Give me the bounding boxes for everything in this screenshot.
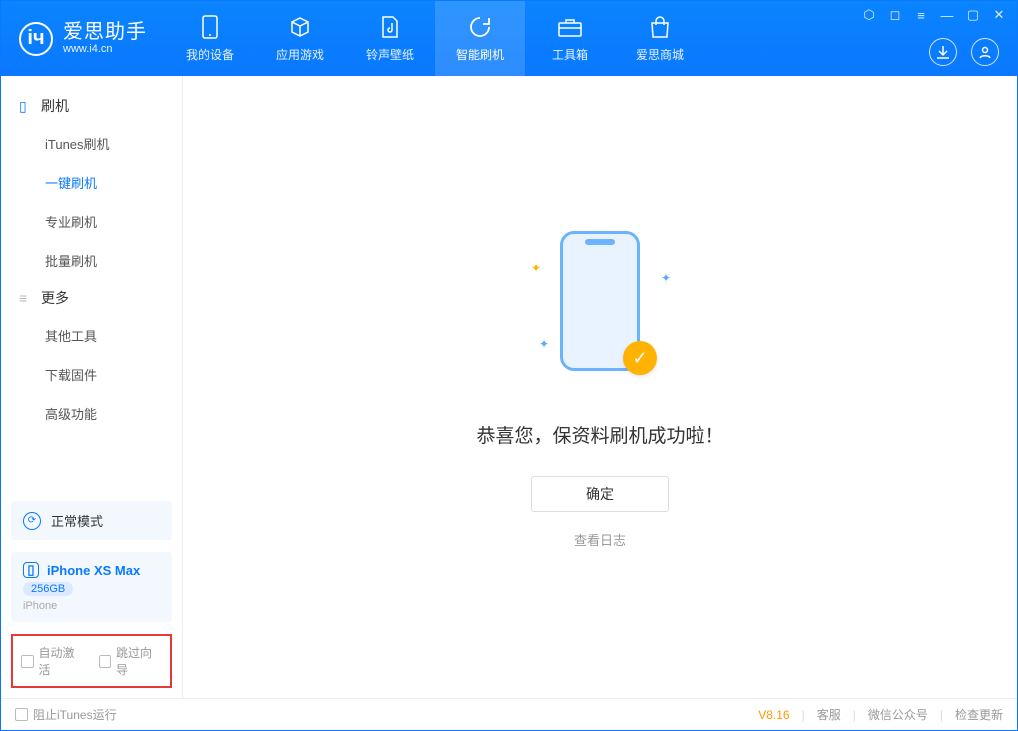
check-badge-icon: ✓: [623, 341, 657, 375]
app-window: iч 爱思助手 www.i4.cn 我的设备 应用游戏 铃声壁纸 智能刷机: [0, 0, 1018, 731]
body: ▯ 刷机 iTunes刷机 一键刷机 专业刷机 批量刷机 ≡ 更多 其他工具 下…: [1, 76, 1017, 698]
tab-toolbox[interactable]: 工具箱: [525, 1, 615, 76]
toolbox-icon: [557, 14, 583, 40]
logo-icon: iч: [19, 22, 53, 56]
refresh-icon: [467, 14, 493, 40]
sidebar-item-advanced[interactable]: 高级功能: [1, 394, 182, 433]
sparkle-icon: ✦: [661, 271, 671, 285]
app-url: www.i4.cn: [63, 43, 147, 55]
sidebar: ▯ 刷机 iTunes刷机 一键刷机 专业刷机 批量刷机 ≡ 更多 其他工具 下…: [1, 76, 183, 698]
ok-button[interactable]: 确定: [531, 476, 669, 512]
sidebar-item-download-firmware[interactable]: 下载固件: [1, 355, 182, 394]
device-name: iPhone XS Max: [47, 563, 140, 578]
tab-apps[interactable]: 应用游戏: [255, 1, 345, 76]
mode-label: 正常模式: [51, 511, 103, 530]
sidebar-item-oneclick-flash[interactable]: 一键刷机: [1, 163, 182, 202]
storage-badge: 256GB: [23, 582, 73, 596]
phone-small-icon: ▯: [19, 98, 33, 115]
sidebar-item-other-tools[interactable]: 其他工具: [1, 316, 182, 355]
success-message: 恭喜您，保资料刷机成功啦！: [476, 421, 723, 448]
header-actions: [929, 38, 999, 66]
checkbox-icon: [15, 708, 28, 721]
checkbox-block-itunes[interactable]: 阻止iTunes运行: [15, 706, 117, 723]
sparkle-icon: ✦: [539, 337, 549, 351]
maximize-button[interactable]: ▢: [965, 7, 981, 23]
device-icon: ▯: [23, 562, 39, 578]
menu-icon[interactable]: ≡: [913, 7, 929, 23]
sidebar-item-pro-flash[interactable]: 专业刷机: [1, 202, 182, 241]
music-file-icon: [377, 14, 403, 40]
window-controls: ⬡ ◻ ≡ — ▢ ✕: [861, 7, 1007, 23]
app-name: 爱思助手: [63, 21, 147, 43]
download-button[interactable]: [929, 38, 957, 66]
wechat-link[interactable]: 微信公众号: [868, 706, 928, 723]
nav-tabs: 我的设备 应用游戏 铃声壁纸 智能刷机 工具箱 爱思商城: [165, 1, 705, 76]
check-update-link[interactable]: 检查更新: [955, 706, 1003, 723]
shirt-icon[interactable]: ⬡: [861, 7, 877, 23]
device-type: iPhone: [23, 600, 57, 612]
mode-icon: ⟳: [23, 512, 41, 530]
version-label: V8.16: [758, 708, 789, 722]
bag-icon: [647, 14, 673, 40]
view-log-link[interactable]: 查看日志: [574, 530, 626, 549]
user-button[interactable]: [971, 38, 999, 66]
lock-icon[interactable]: ◻: [887, 7, 903, 23]
tab-my-device[interactable]: 我的设备: [165, 1, 255, 76]
status-bar: 阻止iTunes运行 V8.16 | 客服 | 微信公众号 | 检查更新: [1, 698, 1017, 730]
minimize-button[interactable]: —: [939, 7, 955, 23]
checkbox-auto-activate[interactable]: 自动激活: [21, 644, 85, 678]
close-button[interactable]: ✕: [991, 7, 1007, 23]
tab-flash[interactable]: 智能刷机: [435, 1, 525, 76]
checkbox-icon: [21, 655, 34, 668]
sidebar-section-flash: ▯ 刷机: [1, 88, 182, 124]
cube-icon: [287, 14, 313, 40]
sidebar-item-itunes-flash[interactable]: iTunes刷机: [1, 124, 182, 163]
checkbox-skip-guide[interactable]: 跳过向导: [99, 644, 163, 678]
device-card[interactable]: ▯ iPhone XS Max 256GB iPhone: [11, 552, 172, 622]
tab-ringtone[interactable]: 铃声壁纸: [345, 1, 435, 76]
list-icon: ≡: [19, 290, 33, 306]
support-link[interactable]: 客服: [817, 706, 841, 723]
tab-store[interactable]: 爱思商城: [615, 1, 705, 76]
titlebar: iч 爱思助手 www.i4.cn 我的设备 应用游戏 铃声壁纸 智能刷机: [1, 1, 1017, 76]
mode-indicator[interactable]: ⟳ 正常模式: [11, 501, 172, 540]
phone-icon: [197, 14, 223, 40]
sidebar-section-more: ≡ 更多: [1, 280, 182, 316]
sidebar-item-batch-flash[interactable]: 批量刷机: [1, 241, 182, 280]
flash-options-highlight: 自动激活 跳过向导: [11, 634, 172, 688]
logo[interactable]: iч 爱思助手 www.i4.cn: [1, 1, 165, 76]
main-content: ✦ ✦ ✦ ✓ 恭喜您，保资料刷机成功啦！ 确定 查看日志: [183, 76, 1017, 698]
success-illustration: ✦ ✦ ✦ ✓: [525, 225, 675, 395]
sparkle-icon: ✦: [531, 261, 541, 275]
checkbox-icon: [99, 655, 112, 668]
